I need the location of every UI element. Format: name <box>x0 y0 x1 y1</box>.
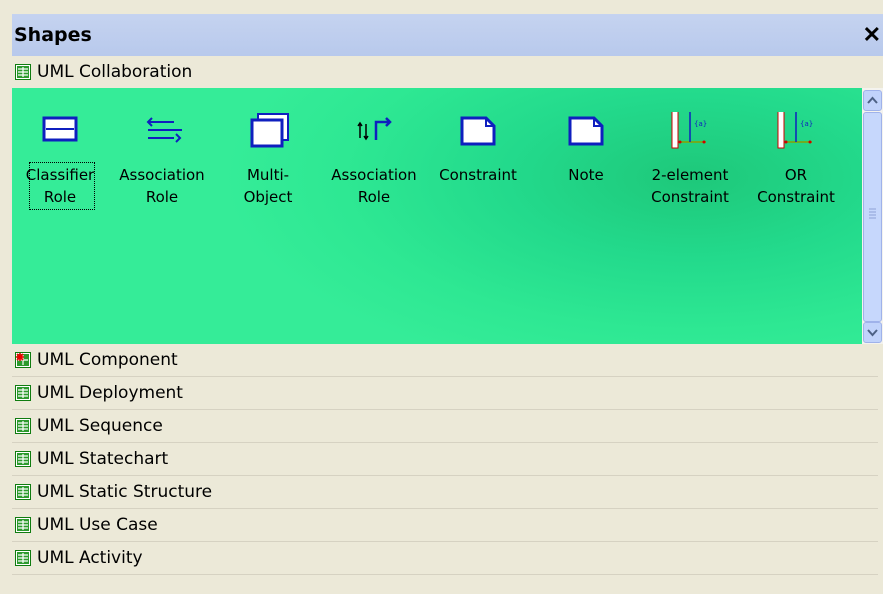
stencil-green-icon <box>15 517 31 533</box>
stencil-green-icon <box>15 385 31 401</box>
note-icon <box>568 116 604 146</box>
stencil-label: UML Collaboration <box>37 62 193 82</box>
classifier-role-icon <box>42 116 78 142</box>
two-element-constraint-icon: {a} <box>671 112 707 149</box>
association-role-icon <box>146 117 182 143</box>
shape-association-role[interactable]: Association Role <box>118 88 206 228</box>
shape-2-element-constraint[interactable]: {a} 2-element Constraint <box>646 88 734 228</box>
panel-scrollbar[interactable] <box>862 88 883 344</box>
stencil-label: UML Use Case <box>37 515 158 535</box>
shape-constraint[interactable]: Constraint <box>434 88 522 228</box>
multi-object-icon <box>250 113 289 148</box>
stencil-label: UML Sequence <box>37 416 163 436</box>
shape-label: Constraint <box>439 166 517 184</box>
scroll-down-button[interactable] <box>863 322 882 343</box>
stencil-uml-component[interactable]: UML Component <box>12 344 878 377</box>
stencil-label: UML Statechart <box>37 449 169 469</box>
stencil-green-icon <box>15 451 31 467</box>
window-top-border <box>0 0 883 12</box>
chevron-up-icon <box>867 96 878 104</box>
or-constraint-icon: {a} <box>777 112 813 149</box>
shape-note[interactable]: Note <box>542 88 630 228</box>
shape-label: Association Role <box>331 166 417 206</box>
stencil-green-icon <box>15 550 31 566</box>
stencil-uml-static-structure[interactable]: UML Static Structure <box>12 476 878 509</box>
shapes-title: Shapes <box>14 24 92 46</box>
shape-association-role-2[interactable]: Association Role <box>330 88 418 228</box>
stencil-uml-sequence[interactable]: UML Sequence <box>12 410 878 443</box>
window-left-border <box>0 0 11 594</box>
svg-text:{a}: {a} <box>800 120 813 128</box>
association-role-2-icon <box>357 117 392 141</box>
scroll-thumb[interactable] <box>863 112 882 322</box>
close-icon[interactable]: ✕ <box>863 22 881 48</box>
stencil-label: UML Static Structure <box>37 482 213 502</box>
shape-label: 2-element Constraint <box>651 166 729 206</box>
shape-label: OR Constraint <box>757 166 835 206</box>
chevron-down-icon <box>867 329 878 337</box>
shape-label: Multi-Object <box>243 166 293 206</box>
constraint-icon <box>460 116 496 146</box>
shape-multi-object[interactable]: Multi-Object <box>224 88 312 228</box>
svg-text:{a}: {a} <box>694 120 707 128</box>
shapes-panel: Classifier Role Association Role Multi-O… <box>12 88 862 344</box>
selection-focus-rect <box>29 162 95 210</box>
stencil-green-icon <box>15 64 31 80</box>
stencil-red-icon <box>15 352 31 368</box>
stencil-label: UML Activity <box>37 548 143 568</box>
stencil-label: UML Component <box>37 350 178 370</box>
stencil-uml-collaboration[interactable]: UML Collaboration <box>12 56 878 89</box>
stencil-label: UML Deployment <box>37 383 183 403</box>
stencil-green-icon <box>15 484 31 500</box>
stencil-uml-activity[interactable]: UML Activity <box>12 542 878 575</box>
scroll-up-button[interactable] <box>863 90 882 111</box>
stencil-uml-use-case[interactable]: UML Use Case <box>12 509 878 542</box>
shape-label: Note <box>568 166 604 184</box>
stencil-green-icon <box>15 418 31 434</box>
shapes-header: Shapes ✕ <box>12 14 883 56</box>
stencil-uml-statechart[interactable]: UML Statechart <box>12 443 878 476</box>
shape-or-constraint[interactable]: {a} OR Constraint <box>752 88 840 228</box>
shape-label: Association Role <box>119 166 205 206</box>
grip-icon <box>869 208 876 219</box>
shapes-window: Shapes ✕ UML Collaboration Classifier Ro… <box>0 0 883 594</box>
stencil-uml-deployment[interactable]: UML Deployment <box>12 377 878 410</box>
